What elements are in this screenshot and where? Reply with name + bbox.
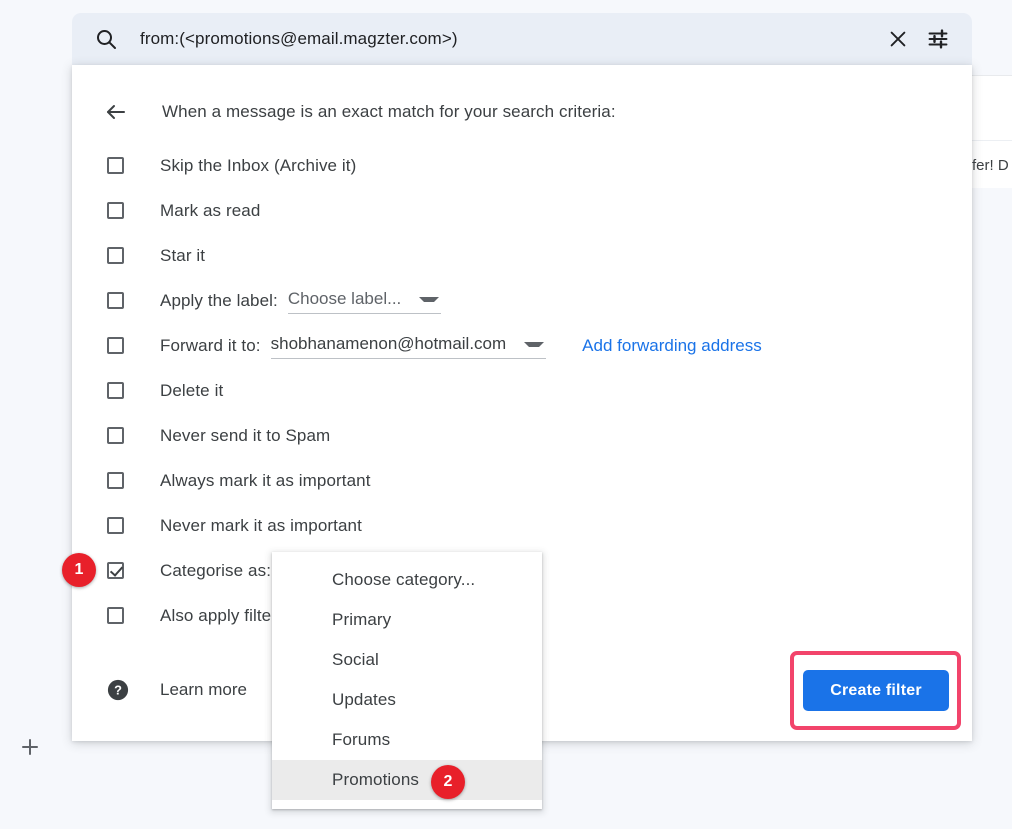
option-label: Also apply filter (160, 605, 277, 625)
checkbox-mark-as-read[interactable] (107, 202, 124, 219)
option-label: Apply the label: (160, 290, 278, 310)
label-select[interactable]: Choose label... (287, 287, 442, 314)
option-row-star-it[interactable]: Star it (107, 233, 972, 278)
option-label: Forward it to: (160, 335, 261, 355)
tune-icon[interactable] (918, 19, 958, 59)
search-bar[interactable]: from:(<promotions@email.magzter.com>) (72, 13, 972, 65)
option-row-forward-it-to[interactable]: Forward it to: shobhanamenon@hotmail.com… (107, 323, 972, 368)
background-fill-top (971, 0, 1012, 75)
option-label: Always mark it as important (160, 470, 371, 490)
option-row-never-important[interactable]: Never mark it as important (107, 503, 972, 548)
help-circle-icon[interactable]: ? (107, 679, 129, 701)
search-icon (94, 27, 118, 51)
option-label: Never send it to Spam (160, 425, 331, 445)
menu-item-choose-category[interactable]: Choose category... (272, 560, 542, 600)
option-row-never-spam[interactable]: Never send it to Spam (107, 413, 972, 458)
step-badge-1: 1 (62, 553, 96, 587)
option-row-mark-as-read[interactable]: Mark as read (107, 188, 972, 233)
label-select-value: Choose label... (287, 289, 402, 308)
plus-icon[interactable] (18, 735, 42, 759)
chevron-down-icon (419, 296, 440, 302)
option-label: Mark as read (160, 200, 261, 220)
background-fill-bottom (971, 188, 1012, 829)
background-mail-snippet: fer! D (972, 156, 1009, 174)
option-label: Star it (160, 245, 206, 265)
checkbox-never-spam[interactable] (107, 427, 124, 444)
checkbox-categorise-as[interactable] (107, 562, 124, 579)
menu-item-primary[interactable]: Primary (272, 600, 542, 640)
option-row-skip-inbox[interactable]: Skip the Inbox (Archive it) (107, 143, 972, 188)
option-label: Skip the Inbox (Archive it) (160, 155, 357, 175)
chevron-down-icon (524, 341, 545, 347)
option-row-delete-it[interactable]: Delete it (107, 368, 972, 413)
add-forwarding-address-link[interactable]: Add forwarding address (582, 336, 762, 356)
background-mail-row[interactable]: fer! D (971, 140, 1012, 190)
checkbox-star-it[interactable] (107, 247, 124, 264)
create-filter-button[interactable]: Create filter (803, 670, 949, 711)
option-row-apply-label[interactable]: Apply the label: Choose label... (107, 278, 972, 323)
option-label: Never mark it as important (160, 515, 362, 535)
category-dropdown-menu: Choose category... Primary Social Update… (272, 552, 542, 809)
menu-item-forums[interactable]: Forums (272, 720, 542, 760)
close-icon[interactable] (878, 19, 918, 59)
page-title: When a message is an exact match for you… (162, 101, 616, 121)
svg-text:?: ? (114, 683, 122, 698)
checkbox-always-important[interactable] (107, 472, 124, 489)
search-input[interactable]: from:(<promotions@email.magzter.com>) (140, 29, 878, 49)
option-row-always-important[interactable]: Always mark it as important (107, 458, 972, 503)
option-label: Delete it (160, 380, 224, 400)
forward-address-select[interactable]: shobhanamenon@hotmail.com (270, 332, 547, 359)
checkbox-forward-it-to[interactable] (107, 337, 124, 354)
menu-item-updates[interactable]: Updates (272, 680, 542, 720)
option-label: Categorise as: (160, 560, 272, 580)
checkbox-never-important[interactable] (107, 517, 124, 534)
menu-item-promotions[interactable]: Promotions (272, 760, 542, 800)
learn-more-label[interactable]: Learn more (160, 680, 247, 700)
checkbox-also-apply-filter[interactable] (107, 607, 124, 624)
dialog-header: When a message is an exact match for you… (72, 65, 972, 125)
checkbox-skip-inbox[interactable] (107, 157, 124, 174)
forward-address-value: shobhanamenon@hotmail.com (270, 334, 507, 353)
arrow-left-icon[interactable] (104, 100, 128, 124)
menu-item-social[interactable]: Social (272, 640, 542, 680)
step-badge-2: 2 (431, 765, 465, 799)
checkbox-delete-it[interactable] (107, 382, 124, 399)
checkbox-apply-label[interactable] (107, 292, 124, 309)
